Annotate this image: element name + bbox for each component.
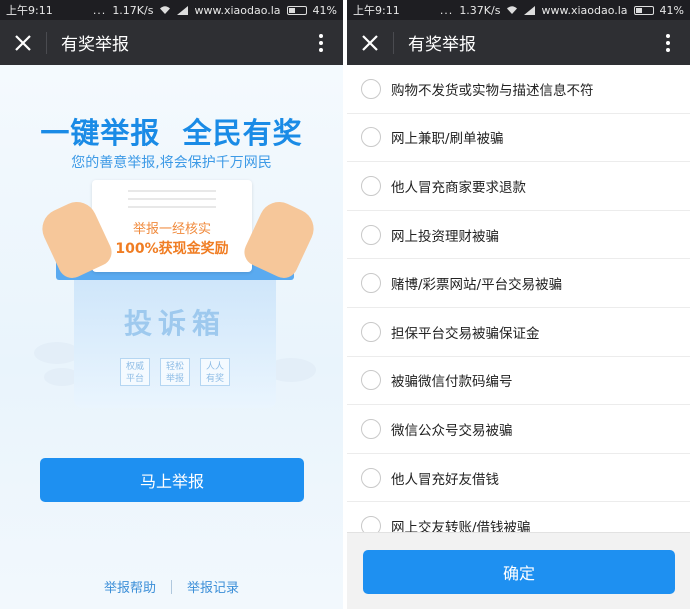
reason-option[interactable]: 他人冒充商家要求退款 — [347, 162, 690, 211]
status-dots: ... — [92, 3, 107, 17]
reason-option[interactable]: 网上投资理财被骗 — [347, 211, 690, 260]
hero-headline: 一键举报 全民有奖 — [40, 116, 303, 150]
radio-button[interactable] — [361, 516, 381, 532]
radio-button[interactable] — [361, 78, 381, 99]
reason-label: 网上投资理财被骗 — [391, 228, 499, 245]
reason-label: 他人冒充好友借钱 — [391, 471, 499, 488]
radio-button[interactable] — [361, 321, 381, 342]
help-link[interactable]: 举报帮助 — [104, 577, 156, 596]
reason-option[interactable]: 担保平台交易被骗保证金 — [347, 308, 690, 357]
reason-label: 网上交友转账/借钱被骗 — [391, 520, 531, 532]
status-domain: www.xiaodao.la — [194, 3, 281, 17]
reason-label: 赌博/彩票网站/平台交易被骗 — [391, 277, 563, 294]
box-label: 投诉箱 — [123, 307, 226, 340]
signal-icon — [524, 5, 536, 15]
close-icon[interactable] — [0, 20, 46, 65]
reason-select-screen: 上午9:11 ... 1.37K/s www.xiaodao.la 41% 有奖… — [347, 0, 690, 609]
report-now-button[interactable]: 马上举报 — [40, 458, 304, 502]
reason-label: 网上兼职/刷单被骗 — [391, 131, 504, 148]
reason-option[interactable]: 他人冒充好友借钱 — [347, 454, 690, 503]
nav-bar: 有奖举报 — [347, 20, 690, 65]
status-domain: www.xiaodao.la — [541, 3, 628, 17]
status-time: 上午9:11 — [6, 4, 53, 17]
badge-authority: 权威 平台 — [120, 358, 150, 386]
reason-option[interactable]: 被骗微信付款码编号 — [347, 357, 690, 406]
status-bar: 上午9:11 ... 1.17K/s www.xiaodao.la 41% — [0, 0, 343, 20]
radio-button[interactable] — [361, 175, 381, 196]
network-speed: 1.17K/s — [112, 3, 154, 17]
nav-divider — [46, 31, 47, 54]
badge-reward: 人人 有奖 — [200, 358, 230, 386]
page-title: 有奖举报 — [408, 35, 476, 55]
status-dots: ... — [439, 3, 454, 17]
battery-icon — [633, 5, 654, 15]
reason-label: 他人冒充商家要求退款 — [391, 179, 526, 196]
confirm-bar: 确定 — [347, 532, 690, 609]
battery-level: 41% — [312, 3, 337, 17]
more-vertical-icon[interactable] — [646, 20, 690, 65]
reason-option[interactable]: 购物不发货或实物与描述信息不符 — [347, 65, 690, 114]
footer-divider — [171, 579, 172, 594]
radio-button[interactable] — [361, 273, 381, 294]
paper-text-verified: 举报一经核实 — [132, 222, 211, 237]
nav-bar: 有奖举报 — [0, 20, 343, 65]
reason-option[interactable]: 赌博/彩票网站/平台交易被骗 — [347, 259, 690, 308]
history-link[interactable]: 举报记录 — [187, 577, 239, 596]
page-title: 有奖举报 — [61, 35, 129, 55]
badge-easy: 轻松 举报 — [160, 358, 190, 386]
more-vertical-icon[interactable] — [299, 20, 343, 65]
reason-option[interactable]: 微信公众号交易被骗 — [347, 405, 690, 454]
battery-level: 41% — [659, 3, 684, 17]
reason-label: 微信公众号交易被骗 — [391, 422, 513, 439]
hero-subheadline: 您的善意举报,将会保护千万网民 — [71, 155, 272, 171]
radio-button[interactable] — [361, 467, 381, 488]
confirm-button[interactable]: 确定 — [363, 550, 675, 594]
status-bar: 上午9:11 ... 1.37K/s www.xiaodao.la 41% — [347, 0, 690, 20]
landing-screen: 上午9:11 ... 1.17K/s www.xiaodao.la 41% 有奖… — [0, 0, 343, 609]
reason-option[interactable]: 网上交友转账/借钱被骗 — [347, 502, 690, 532]
reason-option[interactable]: 网上兼职/刷单被骗 — [347, 114, 690, 163]
reason-list: 购物不发货或实物与描述信息不符 网上兼职/刷单被骗 他人冒充商家要求退款 网上投… — [347, 65, 690, 532]
radio-button[interactable] — [361, 370, 381, 391]
reason-label: 购物不发货或实物与描述信息不符 — [391, 82, 594, 99]
radio-button[interactable] — [361, 224, 381, 245]
box-body: 投诉箱 权威 平台 轻松 举报 人人 有奖 — [74, 280, 276, 408]
battery-icon — [286, 5, 307, 15]
paper-text-reward: 100%获现金奖励 — [115, 241, 229, 257]
radio-button[interactable] — [361, 127, 381, 148]
status-time: 上午9:11 — [353, 4, 400, 17]
reason-label: 被骗微信付款码编号 — [391, 374, 513, 391]
wifi-icon — [507, 6, 518, 14]
reason-label: 担保平台交易被骗保证金 — [391, 325, 540, 342]
network-speed: 1.37K/s — [459, 3, 501, 17]
signal-icon — [177, 5, 189, 15]
complaint-box-illustration: 举报一经核实 100%获现金奖励 投诉箱 权威 平台 轻松 举报 人人 有奖 — [30, 172, 321, 417]
report-paper: 举报一经核实 100%获现金奖励 — [92, 180, 252, 272]
close-icon[interactable] — [347, 20, 393, 65]
nav-divider — [393, 31, 394, 54]
feature-badges: 权威 平台 轻松 举报 人人 有奖 — [74, 358, 276, 386]
footer-links: 举报帮助 举报记录 — [0, 577, 343, 596]
wifi-icon — [160, 6, 171, 14]
radio-button[interactable] — [361, 418, 381, 439]
